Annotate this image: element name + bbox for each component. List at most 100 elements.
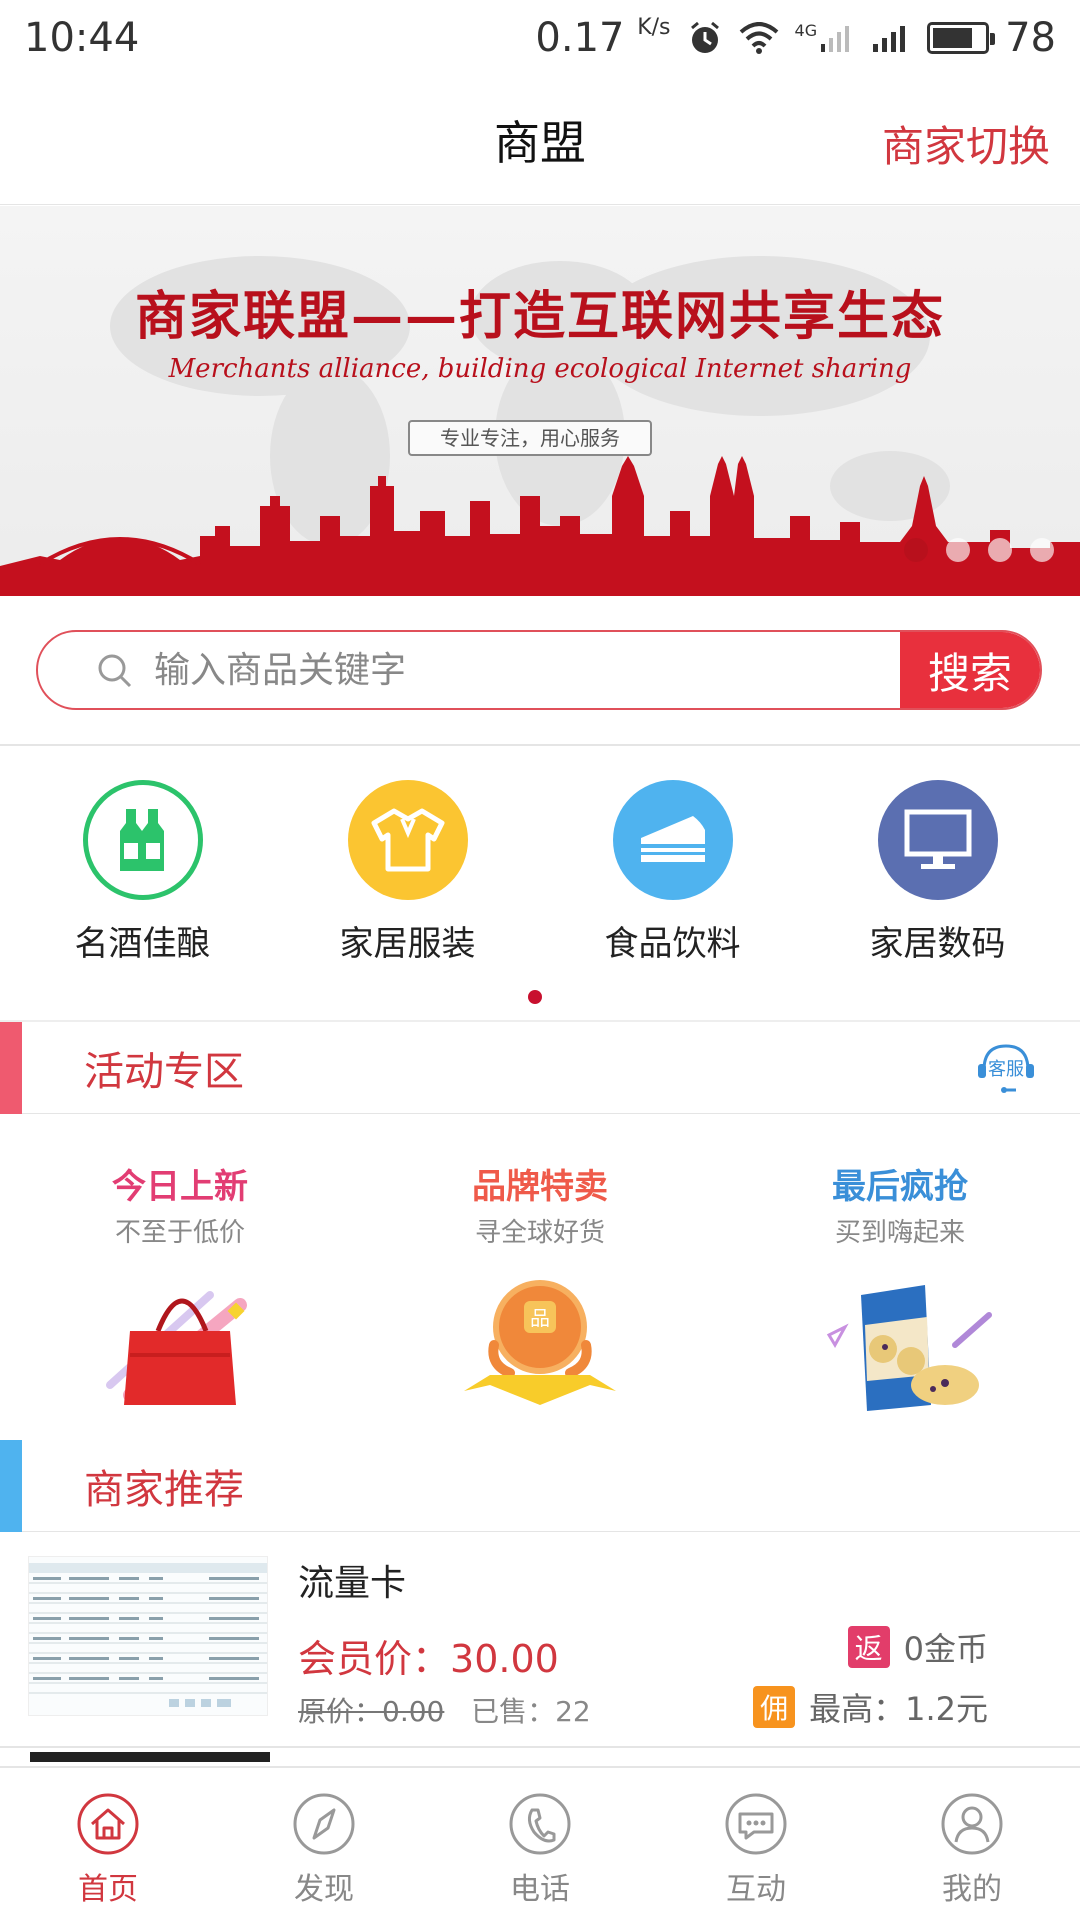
- commission-info: 佣 最高：1.2元: [753, 1684, 988, 1730]
- rebate-tag: 返: [847, 1626, 890, 1668]
- phone-icon: [509, 1793, 571, 1855]
- svg-text:客服: 客服: [988, 1059, 1024, 1080]
- wifi-icon: [739, 21, 778, 54]
- svg-text:品: 品: [530, 1306, 550, 1330]
- user-icon: [941, 1793, 1003, 1855]
- activity-last-rush[interactable]: 最后疯抢 买到嗨起来: [720, 1115, 1080, 1440]
- blueberry-cookies-icon: [826, 1285, 992, 1411]
- activity-new-today[interactable]: 今日上新 不至于低价: [0, 1115, 360, 1440]
- banner-subtitle: Merchants alliance, building ecological …: [168, 354, 912, 384]
- shirt-icon: [371, 808, 444, 872]
- commission-tag: 佣: [753, 1686, 796, 1728]
- category-icon-bg: [877, 780, 998, 900]
- activity-title: 最后疯抢: [832, 1167, 968, 1207]
- app-header: 商盟 商家切换: [0, 75, 1080, 205]
- brand-globe-icon: 品: [464, 1280, 616, 1405]
- category-wine[interactable]: 名酒佳酿: [43, 780, 243, 965]
- network-type: 4G: [795, 21, 856, 54]
- activity-title: 今日上新: [112, 1167, 248, 1207]
- product-name: 流量卡: [298, 1563, 407, 1604]
- compass-icon: [293, 1793, 355, 1855]
- cake-icon: [640, 816, 705, 862]
- carousel-indicator: [904, 538, 1054, 562]
- category-icon-bg: [612, 780, 733, 900]
- category-clothing[interactable]: 家居服装: [308, 780, 508, 965]
- activities-section-header: 活动专区 客服: [0, 1021, 1080, 1114]
- product-thumbnail: [28, 1556, 268, 1716]
- tab-label: 电话: [510, 1872, 570, 1907]
- carousel-dot[interactable]: [988, 538, 1012, 562]
- category-label: 家居服装: [339, 924, 476, 964]
- activity-brand-sale[interactable]: 品牌特卖 寻全球好货 品: [360, 1115, 720, 1440]
- carousel-dot[interactable]: [904, 538, 928, 562]
- tab-phone[interactable]: 电话: [432, 1768, 648, 1920]
- banner-carousel[interactable]: 商家联盟——打造互联网共享生态 Merchants alliance, buil…: [0, 206, 1080, 596]
- original-price: 原价：0.00: [298, 1695, 445, 1728]
- signal-4g-icon: [821, 25, 850, 52]
- merchant-item[interactable]: 流量卡 会员价：30.00 原价：0.00 已售：22 返 0金币 佣 最高：1…: [0, 1532, 1080, 1748]
- category-food[interactable]: 食品饮料: [573, 780, 773, 965]
- banner-tag: 专业专注，用心服务: [408, 420, 652, 456]
- category-digital[interactable]: 家居数码: [838, 780, 1038, 965]
- monitor-icon: [904, 809, 971, 869]
- tab-label: 发现: [294, 1872, 354, 1907]
- tab-label: 互动: [726, 1872, 786, 1907]
- activity-subtitle: 不至于低价: [114, 1218, 245, 1248]
- category-label: 食品饮料: [604, 924, 741, 964]
- category-label: 家居数码: [869, 924, 1006, 964]
- red-handbag-icon: [106, 1291, 247, 1405]
- bottom-tab-bar: 首页 发现 电话 互动 我的: [0, 1766, 1080, 1920]
- carousel-dot[interactable]: [946, 538, 970, 562]
- table-screenshot-icon: [29, 1563, 267, 1707]
- status-bar: 10:44 0.17 K/s 4G 78: [0, 0, 1080, 75]
- search-bar: 搜索: [36, 630, 1042, 710]
- activity-subtitle: 寻全球好货: [474, 1218, 605, 1248]
- search-icon: [98, 654, 132, 688]
- customer-service-button[interactable]: 客服: [976, 1040, 1036, 1100]
- status-icons: 0.17 K/s 4G 78: [535, 15, 1056, 61]
- activity-subtitle: 买到嗨起来: [834, 1218, 965, 1248]
- chat-icon: [725, 1793, 787, 1855]
- carousel-dot[interactable]: [1030, 538, 1054, 562]
- merchant-switch-button[interactable]: 商家切换: [882, 113, 1050, 174]
- price-sold-row: 原价：0.00 已售：22: [298, 1690, 591, 1730]
- divider: [0, 744, 1080, 746]
- section-title: 活动专区: [84, 1048, 244, 1095]
- tab-profile[interactable]: 我的: [864, 1768, 1080, 1920]
- customer-service-icon: 客服: [978, 1044, 1034, 1093]
- tab-label: 首页: [78, 1872, 138, 1907]
- tab-discover[interactable]: 发现: [216, 1768, 432, 1920]
- status-time: 10:44: [24, 14, 140, 61]
- rebate-text: 0金币: [903, 1630, 988, 1668]
- search-input[interactable]: [38, 632, 900, 708]
- section-accent-bar: [0, 1021, 22, 1114]
- sold-count: 已售：22: [471, 1695, 591, 1728]
- tab-label: 我的: [942, 1872, 1002, 1907]
- tab-interact[interactable]: 互动: [648, 1768, 864, 1920]
- activity-title: 品牌特卖: [472, 1167, 608, 1207]
- commission-text: 最高：1.2元: [809, 1690, 988, 1728]
- section-title: 商家推荐: [84, 1466, 244, 1513]
- member-price: 会员价：30.00: [298, 1637, 559, 1681]
- banner-title: 商家联盟——打造互联网共享生态: [134, 286, 945, 347]
- next-item-thumbnail-peek: [30, 1752, 270, 1762]
- category-page-indicator: [528, 990, 542, 1004]
- signal-icon: [873, 25, 906, 52]
- activities-grid: 今日上新 不至于低价 品牌特卖 寻全球好货 品 最后疯抢 买到嗨起来: [0, 1115, 1080, 1440]
- home-icon: [77, 1793, 139, 1855]
- tab-home[interactable]: 首页: [0, 1768, 216, 1920]
- wine-bottles-icon: [119, 809, 164, 871]
- category-label: 名酒佳酿: [74, 924, 211, 964]
- alarm-icon: [690, 21, 719, 53]
- category-icon-bg: [347, 780, 468, 900]
- search-button[interactable]: 搜索: [900, 632, 1040, 708]
- category-icon-bg: [82, 780, 203, 900]
- city-skyline-icon: [0, 456, 1080, 596]
- page-title: 商盟: [494, 115, 586, 170]
- network-speed: 0.17 K/s: [535, 14, 671, 61]
- section-accent-bar: [0, 1439, 22, 1532]
- merchant-section-header: 商家推荐: [0, 1439, 1080, 1532]
- category-grid: 名酒佳酿 家居服装 食品饮料 家居数码: [0, 780, 1080, 965]
- battery-level: 78: [1005, 14, 1056, 61]
- battery-icon: [927, 21, 996, 54]
